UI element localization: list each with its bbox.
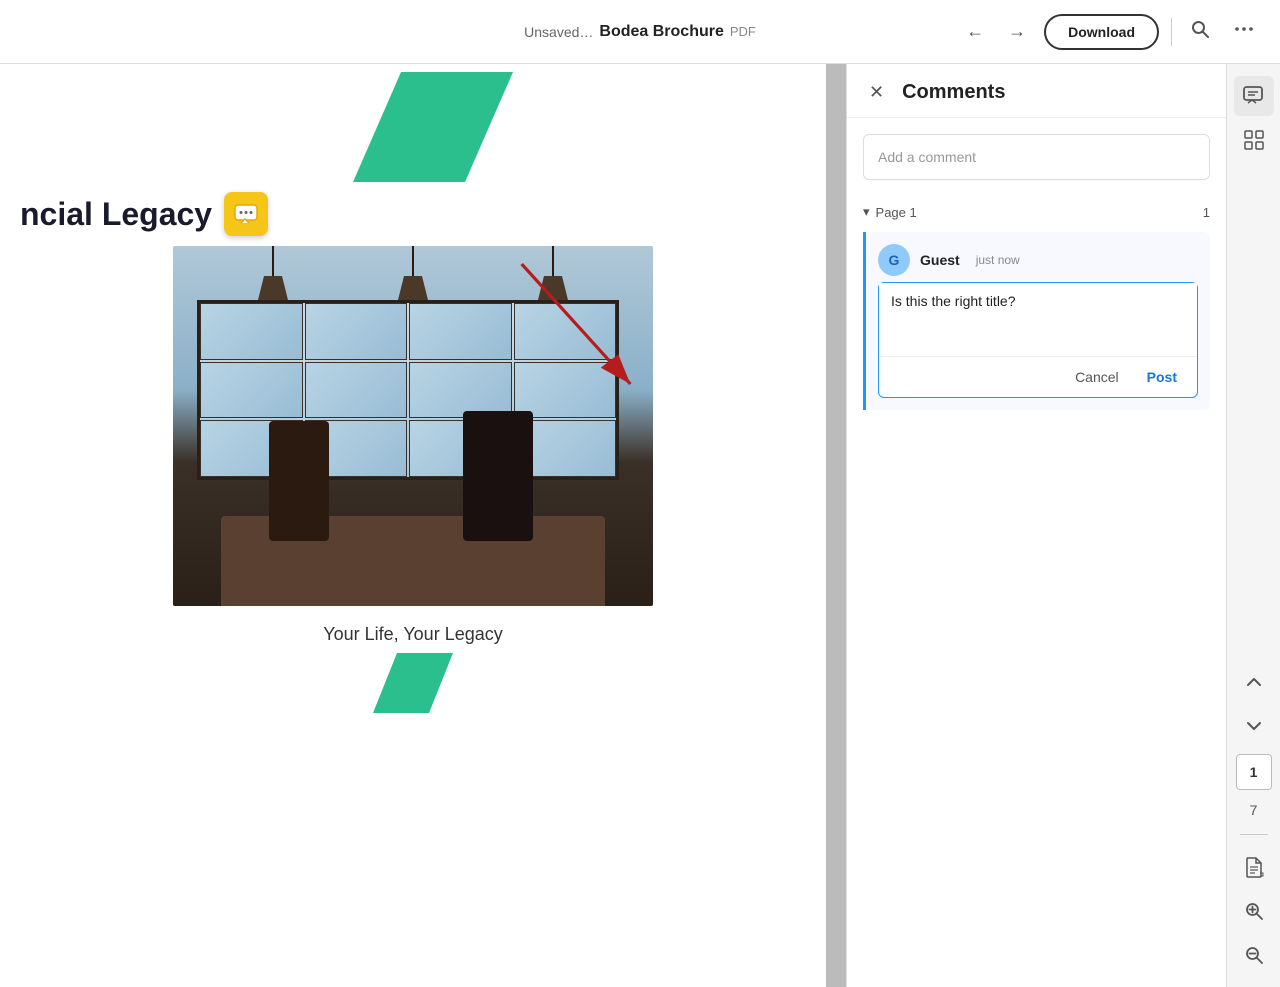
- brochure-image: [173, 246, 653, 606]
- post-button[interactable]: Post: [1139, 365, 1185, 389]
- doc-type: PDF: [730, 24, 756, 39]
- lamp: [538, 246, 568, 306]
- close-comments-button[interactable]: ✕: [863, 80, 890, 105]
- person1: [269, 421, 329, 541]
- doc-icon: [1244, 856, 1264, 878]
- brochure-footer: [0, 653, 826, 723]
- pdf-page: ncial Legacy: [0, 64, 826, 987]
- right-sidebar: 1 7: [1226, 64, 1280, 987]
- brochure-title: ncial Legacy: [20, 196, 212, 233]
- current-page-button[interactable]: 1: [1236, 754, 1272, 790]
- comments-title: Comments: [902, 81, 1005, 104]
- comment-edit-box: Cancel Post: [878, 282, 1198, 398]
- close-icon: ✕: [869, 82, 884, 102]
- more-button[interactable]: [1228, 13, 1260, 50]
- window-cell: [305, 303, 408, 360]
- comment-actions: Cancel Post: [879, 356, 1197, 397]
- doc-title: Bodea Brochure: [599, 23, 723, 41]
- grid-sidebar-icon: [1244, 130, 1264, 150]
- brochure-subtitle: Your Life, Your Legacy: [323, 624, 502, 645]
- chevron-down-icon: ▾: [863, 204, 870, 220]
- lamp-cord: [272, 246, 274, 276]
- more-icon: [1234, 19, 1254, 39]
- comment-sidebar-icon: [1243, 86, 1265, 106]
- comments-panel: ✕ Comments Add a comment ▾ Page 1 1 G Gu…: [846, 64, 1226, 987]
- forward-button[interactable]: →: [1002, 15, 1032, 48]
- chevron-up-icon: [1246, 677, 1262, 687]
- lamp: [258, 246, 288, 306]
- sidebar-divider: [1240, 834, 1268, 835]
- lamp-shade: [398, 276, 428, 300]
- toolbar-divider: [1171, 18, 1172, 46]
- ceiling-lamps: [173, 246, 653, 306]
- comment-textarea[interactable]: [879, 283, 1197, 351]
- zoom-in-button[interactable]: [1234, 891, 1274, 931]
- guest-avatar: G: [878, 244, 910, 276]
- teal-shape-bottom: [373, 653, 453, 713]
- page-section: ▾ Page 1 1: [847, 196, 1226, 228]
- window-pane: [197, 300, 619, 480]
- page-down-button[interactable]: [1234, 706, 1274, 746]
- author-name: Guest: [920, 252, 960, 268]
- brochure-header: [0, 64, 826, 182]
- lamp-shade: [258, 276, 288, 300]
- topbar-center: Unsaved… Bodea Brochure PDF: [524, 23, 756, 41]
- timestamp: just now: [976, 253, 1020, 267]
- comment-badge-icon: [233, 203, 259, 225]
- page-label: ▾ Page 1: [863, 204, 917, 220]
- zoom-in-icon: [1244, 901, 1264, 921]
- zoom-out-button[interactable]: [1234, 935, 1274, 975]
- lamp-cord: [552, 246, 554, 276]
- total-pages: 7: [1250, 802, 1258, 818]
- window-cell: [305, 362, 408, 419]
- chevron-down-icon: [1246, 721, 1262, 731]
- person2: [463, 411, 533, 541]
- comment-author-row: G Guest just now: [866, 232, 1210, 282]
- window-cell: [514, 362, 617, 419]
- window-cell: [200, 303, 303, 360]
- download-button[interactable]: Download: [1044, 14, 1159, 50]
- window-cell: [514, 303, 617, 360]
- main-layout: ncial Legacy: [0, 64, 1280, 987]
- topbar: Unsaved… Bodea Brochure PDF ← → Download: [0, 0, 1280, 64]
- page-label-row[interactable]: ▾ Page 1 1: [863, 196, 1210, 228]
- comment-thread: G Guest just now Cancel Post: [863, 232, 1210, 410]
- search-icon: [1190, 19, 1210, 39]
- teal-shape-top: [353, 72, 513, 182]
- doc-view-button[interactable]: [1234, 847, 1274, 887]
- window-cell: [200, 362, 303, 419]
- cancel-button[interactable]: Cancel: [1067, 365, 1127, 389]
- page-up-button[interactable]: [1234, 662, 1274, 702]
- pdf-area: ncial Legacy: [0, 64, 826, 987]
- zoom-out-icon: [1244, 945, 1264, 965]
- window-cell: [409, 303, 512, 360]
- comment-badge[interactable]: [224, 192, 268, 236]
- page-comment-count: 1: [1203, 205, 1210, 220]
- brochure-title-row: ncial Legacy: [0, 182, 826, 236]
- unsaved-label: Unsaved…: [524, 24, 593, 40]
- grid-sidebar-button[interactable]: [1234, 120, 1274, 160]
- cafe-photo: [173, 246, 653, 606]
- comments-header: ✕ Comments: [847, 64, 1226, 118]
- window-cell: [409, 362, 512, 419]
- back-button[interactable]: ←: [960, 15, 990, 48]
- comments-sidebar-button[interactable]: [1234, 76, 1274, 116]
- search-button[interactable]: [1184, 13, 1216, 50]
- panel-separator: [826, 64, 846, 987]
- lamp: [398, 246, 428, 306]
- lamp-shade: [538, 276, 568, 300]
- topbar-right: ← → Download: [960, 13, 1260, 50]
- lamp-cord: [412, 246, 414, 276]
- add-comment-input[interactable]: Add a comment: [863, 134, 1210, 180]
